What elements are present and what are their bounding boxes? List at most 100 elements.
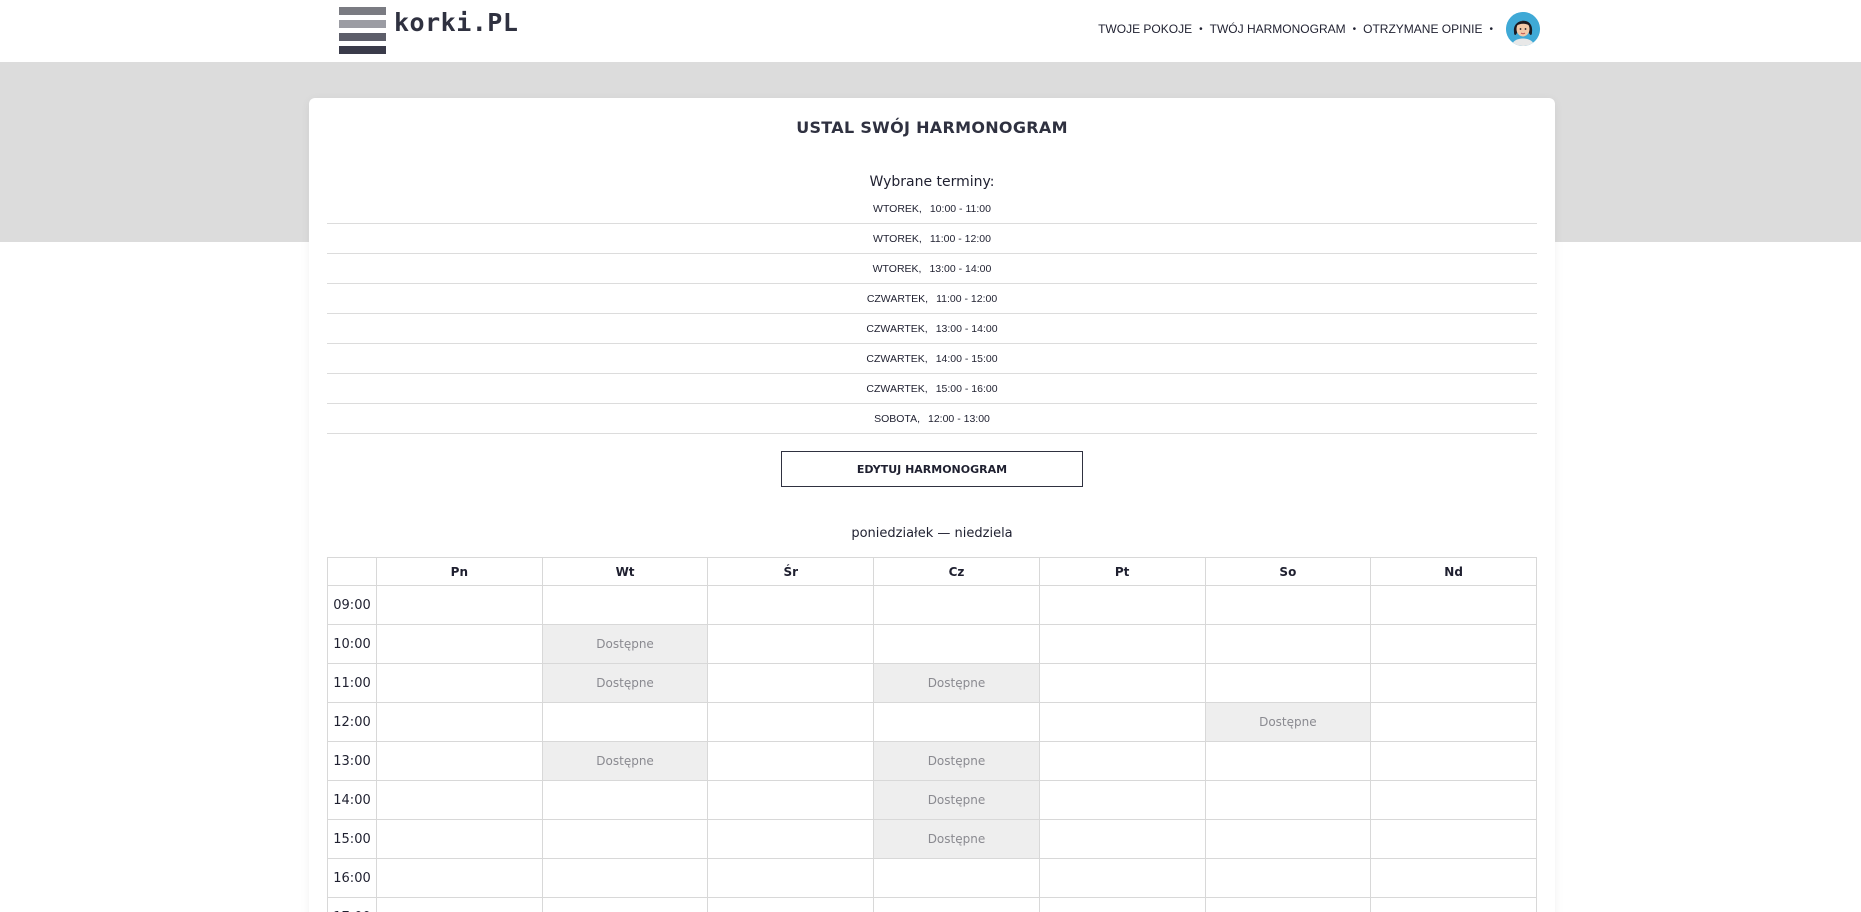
day-column-header: Nd bbox=[1370, 557, 1537, 586]
slot-day: WTOREK, bbox=[873, 202, 922, 215]
hour-label: 16:00 bbox=[327, 858, 377, 898]
schedule-cell[interactable] bbox=[1370, 897, 1537, 912]
nav-link-rooms[interactable]: TWOJE POKOJE bbox=[1098, 22, 1192, 36]
schedule-cell-available[interactable]: Dostępne bbox=[873, 780, 1040, 820]
schedule-cell[interactable] bbox=[1204, 819, 1372, 859]
logo-icon bbox=[339, 7, 386, 54]
schedule-cell[interactable] bbox=[707, 819, 875, 859]
schedule-row: 10:00 Dostępne bbox=[327, 624, 1537, 664]
schedule-cell[interactable] bbox=[1038, 858, 1206, 898]
schedule-card: USTAL SWÓJ HARMONOGRAM Wybrane terminy: … bbox=[309, 98, 1555, 912]
schedule-cell[interactable] bbox=[376, 663, 543, 703]
schedule-cell[interactable] bbox=[1204, 741, 1372, 781]
nav-link-schedule[interactable]: TWÓJ HARMONOGRAM bbox=[1210, 22, 1346, 36]
edit-schedule-button[interactable]: EDYTUJ HARMONOGRAM bbox=[781, 451, 1083, 487]
selected-slot-item: CZWARTEK, 13:00 - 14:00 bbox=[327, 314, 1537, 344]
schedule-cell[interactable] bbox=[707, 780, 875, 820]
day-column-header: Pt bbox=[1038, 557, 1206, 586]
hour-label: 15:00 bbox=[327, 819, 377, 859]
schedule-cell[interactable] bbox=[1038, 663, 1206, 703]
schedule-cell[interactable] bbox=[1038, 819, 1206, 859]
schedule-cell[interactable] bbox=[541, 780, 709, 820]
slot-time: 13:00 - 14:00 bbox=[935, 322, 998, 335]
schedule-cell-available[interactable]: Dostępne bbox=[873, 741, 1040, 781]
selected-slot-item: CZWARTEK, 15:00 - 16:00 bbox=[327, 374, 1537, 404]
schedule-cell[interactable] bbox=[707, 585, 875, 625]
schedule-cell[interactable] bbox=[1370, 819, 1537, 859]
schedule-cell-available[interactable]: Dostępne bbox=[541, 624, 709, 664]
schedule-cell-available[interactable]: Dostępne bbox=[1204, 702, 1372, 742]
schedule-cell[interactable] bbox=[707, 741, 875, 781]
schedule-cell[interactable] bbox=[707, 624, 875, 664]
schedule-cell[interactable] bbox=[707, 702, 875, 742]
hour-label: 10:00 bbox=[327, 624, 377, 664]
schedule-cell[interactable] bbox=[1204, 624, 1372, 664]
schedule-cell[interactable] bbox=[707, 663, 875, 703]
schedule-cell[interactable] bbox=[376, 858, 543, 898]
schedule-cell[interactable] bbox=[1204, 780, 1372, 820]
schedule-cell[interactable] bbox=[1370, 585, 1537, 625]
schedule-row: 12:00 Dostępne bbox=[327, 702, 1537, 742]
schedule-cell[interactable] bbox=[1204, 897, 1372, 912]
selected-slot-item: SOBOTA, 12:00 - 13:00 bbox=[327, 404, 1537, 434]
schedule-cell[interactable] bbox=[541, 585, 709, 625]
schedule-cell[interactable] bbox=[376, 585, 543, 625]
logo[interactable]: korki.PL bbox=[339, 7, 518, 54]
schedule-cell[interactable] bbox=[1038, 780, 1206, 820]
selected-slot-item: CZWARTEK, 11:00 - 12:00 bbox=[327, 284, 1537, 314]
schedule-cell[interactable] bbox=[541, 858, 709, 898]
main-nav: TWOJE POKOJE • TWÓJ HARMONOGRAM • OTRZYM… bbox=[1098, 12, 1540, 46]
schedule-cell[interactable] bbox=[873, 624, 1040, 664]
schedule-cell[interactable] bbox=[873, 702, 1040, 742]
schedule-cell[interactable] bbox=[1204, 585, 1372, 625]
slot-time: 11:00 - 12:00 bbox=[936, 292, 998, 305]
schedule-cell[interactable] bbox=[1370, 741, 1537, 781]
schedule-cell[interactable] bbox=[707, 897, 875, 912]
schedule-cell[interactable] bbox=[376, 702, 543, 742]
schedule-row: 13:00 Dostępne Dostępne bbox=[327, 741, 1537, 781]
schedule-cell[interactable] bbox=[376, 741, 543, 781]
schedule-cell[interactable] bbox=[873, 858, 1040, 898]
schedule-cell-available[interactable]: Dostępne bbox=[541, 663, 709, 703]
schedule-row: 14:00 Dostępne bbox=[327, 780, 1537, 820]
schedule-cell[interactable] bbox=[1038, 897, 1206, 912]
schedule-cell[interactable] bbox=[1204, 858, 1372, 898]
schedule-cell-available[interactable]: Dostępne bbox=[873, 819, 1040, 859]
schedule-cell[interactable] bbox=[376, 819, 543, 859]
schedule-cell-available[interactable]: Dostępne bbox=[541, 741, 709, 781]
hour-label: 17:00 bbox=[327, 897, 377, 912]
schedule-cell[interactable] bbox=[541, 897, 709, 912]
schedule-cell[interactable] bbox=[541, 702, 709, 742]
schedule-cell[interactable] bbox=[1038, 741, 1206, 781]
schedule-cell[interactable] bbox=[1038, 624, 1206, 664]
schedule-cell[interactable] bbox=[1370, 663, 1537, 703]
schedule-cell[interactable] bbox=[873, 897, 1040, 912]
user-avatar[interactable] bbox=[1506, 12, 1540, 46]
schedule-cell[interactable] bbox=[1038, 702, 1206, 742]
slot-day: WTOREK, bbox=[873, 232, 922, 245]
schedule-row: 09:00 bbox=[327, 585, 1537, 625]
schedule-cell[interactable] bbox=[1204, 663, 1372, 703]
schedule-cell[interactable] bbox=[873, 585, 1040, 625]
schedule-cell[interactable] bbox=[1370, 858, 1537, 898]
avatar-icon bbox=[1506, 12, 1540, 46]
schedule-cell[interactable] bbox=[541, 819, 709, 859]
schedule-cell[interactable] bbox=[376, 780, 543, 820]
logo-bar bbox=[339, 7, 386, 15]
schedule-cell[interactable] bbox=[1038, 585, 1206, 625]
schedule-cell[interactable] bbox=[1370, 780, 1537, 820]
schedule-corner-cell bbox=[327, 557, 377, 586]
schedule-cell[interactable] bbox=[376, 624, 543, 664]
schedule-row: 16:00 bbox=[327, 858, 1537, 898]
schedule-cell[interactable] bbox=[1370, 624, 1537, 664]
schedule-cell[interactable] bbox=[1370, 702, 1537, 742]
schedule-cell[interactable] bbox=[707, 858, 875, 898]
slot-time: 13:00 - 14:00 bbox=[929, 262, 992, 275]
slot-time: 14:00 - 15:00 bbox=[935, 352, 998, 365]
schedule-cell-available[interactable]: Dostępne bbox=[873, 663, 1040, 703]
slot-time: 15:00 - 16:00 bbox=[935, 382, 998, 395]
nav-link-reviews[interactable]: OTRZYMANE OPINIE bbox=[1363, 22, 1482, 36]
slot-day: CZWARTEK, bbox=[866, 352, 928, 365]
nav-separator: • bbox=[1199, 23, 1203, 35]
schedule-cell[interactable] bbox=[376, 897, 543, 912]
